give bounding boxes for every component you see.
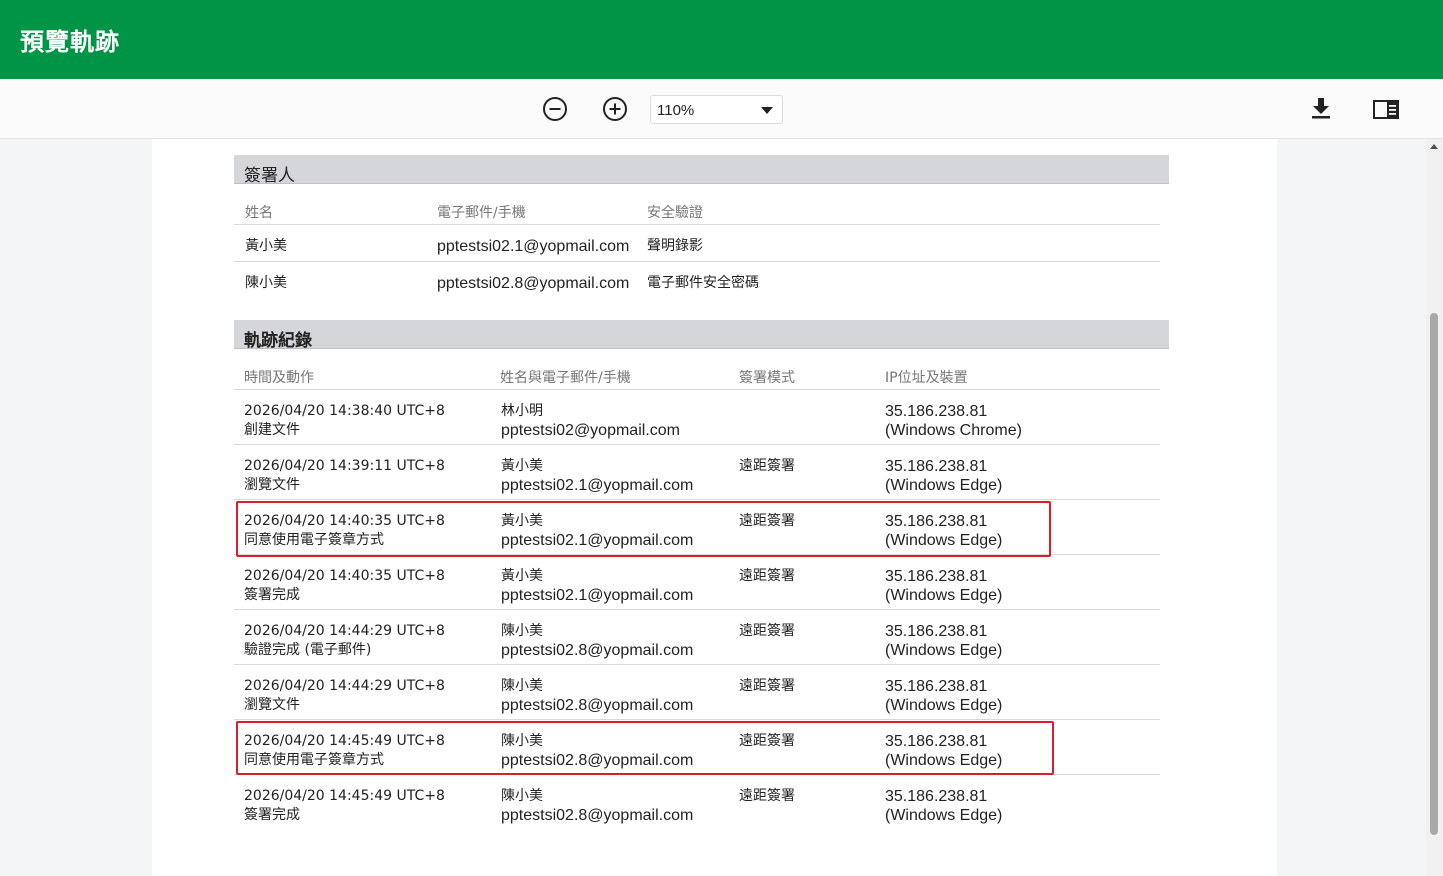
- signers-col-name: 姓名: [245, 205, 273, 221]
- signers-title: 簽署人: [244, 166, 295, 186]
- log-mode: 遠距簽署: [739, 678, 795, 694]
- log-ip: 35.186.238.81: [885, 403, 988, 420]
- log-ip: 35.186.238.81: [885, 788, 988, 805]
- log-time: 2026/04/20 14:44:29 UTC+8: [244, 678, 445, 694]
- scrollbar[interactable]: [1426, 139, 1443, 876]
- log-email: pptestsi02@yopmail.com: [501, 422, 680, 439]
- log-time: 2026/04/20 14:44:29 UTC+8: [244, 623, 445, 639]
- divider: [234, 261, 1160, 262]
- divider: [234, 224, 1160, 225]
- log-device: (Windows Edge): [885, 477, 1003, 494]
- log-mode: 遠距簽署: [739, 623, 795, 639]
- log-mode: 遠距簽署: [739, 458, 795, 474]
- zoom-out-icon: [543, 97, 567, 121]
- pdf-toolbar: 110%: [0, 79, 1443, 139]
- signer-verify: 電子郵件安全密碼: [647, 275, 759, 291]
- log-email: pptestsi02.8@yopmail.com: [501, 642, 694, 659]
- signers-section-header: 簽署人: [234, 155, 1169, 186]
- log-name: 陳小美: [501, 788, 543, 804]
- divider: [234, 389, 1160, 390]
- signers-col-verify: 安全驗證: [647, 205, 703, 221]
- log-name: 陳小美: [501, 623, 543, 639]
- signers-col-email: 電子郵件/手機: [437, 205, 526, 221]
- log-email: pptestsi02.1@yopmail.com: [501, 477, 694, 494]
- signer-name: 黃小美: [245, 238, 287, 254]
- log-col-time: 時間及動作: [244, 370, 314, 386]
- log-action: 創建文件: [244, 422, 300, 438]
- log-name: 陳小美: [501, 678, 543, 694]
- log-name: 黃小美: [501, 568, 543, 584]
- zoom-out-button[interactable]: [540, 94, 570, 124]
- signer-email: pptestsi02.1@yopmail.com: [437, 238, 630, 255]
- log-device: (Windows Edge): [885, 807, 1003, 824]
- sidebar-toggle-icon: [1373, 100, 1399, 119]
- log-email: pptestsi02.1@yopmail.com: [501, 587, 694, 604]
- log-section-header: 軌跡紀錄: [234, 320, 1169, 351]
- highlight-box: [236, 501, 1051, 557]
- log-title: 軌跡紀錄: [244, 331, 312, 351]
- scroll-up-icon[interactable]: [1430, 144, 1438, 149]
- document-page: 簽署人 姓名 電子郵件/手機 安全驗證 黃小美 pptestsi02.1@yop…: [152, 139, 1277, 876]
- log-device: (Windows Edge): [885, 697, 1003, 714]
- zoom-in-icon: [603, 97, 627, 121]
- divider: [234, 719, 1160, 720]
- log-col-ip: IP位址及裝置: [885, 370, 968, 386]
- document-viewer[interactable]: 簽署人 姓名 電子郵件/手機 安全驗證 黃小美 pptestsi02.1@yop…: [0, 139, 1443, 876]
- log-mode: 遠距簽署: [739, 788, 795, 804]
- signer-verify: 聲明錄影: [647, 238, 703, 254]
- sidebar-toggle-button[interactable]: [1371, 94, 1401, 124]
- log-col-name: 姓名與電子郵件/手機: [500, 370, 631, 386]
- log-col-mode: 簽署模式: [739, 370, 795, 386]
- log-ip: 35.186.238.81: [885, 623, 988, 640]
- log-device: (Windows Edge): [885, 642, 1003, 659]
- page-title: 預覽軌跡: [20, 28, 120, 56]
- scrollbar-thumb[interactable]: [1430, 313, 1438, 835]
- divider: [234, 444, 1160, 445]
- highlight-box: [236, 721, 1054, 775]
- log-action: 瀏覽文件: [244, 697, 300, 713]
- zoom-in-button[interactable]: [600, 94, 630, 124]
- log-ip: 35.186.238.81: [885, 568, 988, 585]
- log-device: (Windows Chrome): [885, 422, 1022, 439]
- log-action: 簽署完成: [244, 807, 300, 823]
- log-device: (Windows Edge): [885, 587, 1003, 604]
- log-action: 瀏覽文件: [244, 477, 300, 493]
- log-email: pptestsi02.8@yopmail.com: [501, 697, 694, 714]
- divider: [234, 609, 1160, 610]
- divider: [234, 499, 1160, 500]
- log-name: 黃小美: [501, 458, 543, 474]
- log-time: 2026/04/20 14:40:35 UTC+8: [244, 568, 445, 584]
- log-action: 驗證完成 (電子郵件): [244, 642, 372, 658]
- log-mode: 遠距簽署: [739, 568, 795, 584]
- log-time: 2026/04/20 14:45:49 UTC+8: [244, 788, 445, 804]
- log-action: 簽署完成: [244, 587, 300, 603]
- zoom-value: 110%: [657, 102, 695, 119]
- zoom-select[interactable]: 110%: [650, 95, 783, 124]
- download-button[interactable]: [1306, 93, 1336, 123]
- signer-email: pptestsi02.8@yopmail.com: [437, 275, 630, 292]
- log-time: 2026/04/20 14:39:11 UTC+8: [244, 458, 445, 474]
- chevron-down-icon: [761, 107, 773, 114]
- log-time: 2026/04/20 14:38:40 UTC+8: [244, 403, 445, 419]
- log-email: pptestsi02.8@yopmail.com: [501, 807, 694, 824]
- signer-name: 陳小美: [245, 275, 287, 291]
- log-ip: 35.186.238.81: [885, 678, 988, 695]
- download-icon: [1312, 98, 1330, 119]
- log-ip: 35.186.238.81: [885, 458, 988, 475]
- app-header: 預覽軌跡: [0, 0, 1443, 79]
- divider: [234, 664, 1160, 665]
- log-name: 林小明: [501, 403, 543, 419]
